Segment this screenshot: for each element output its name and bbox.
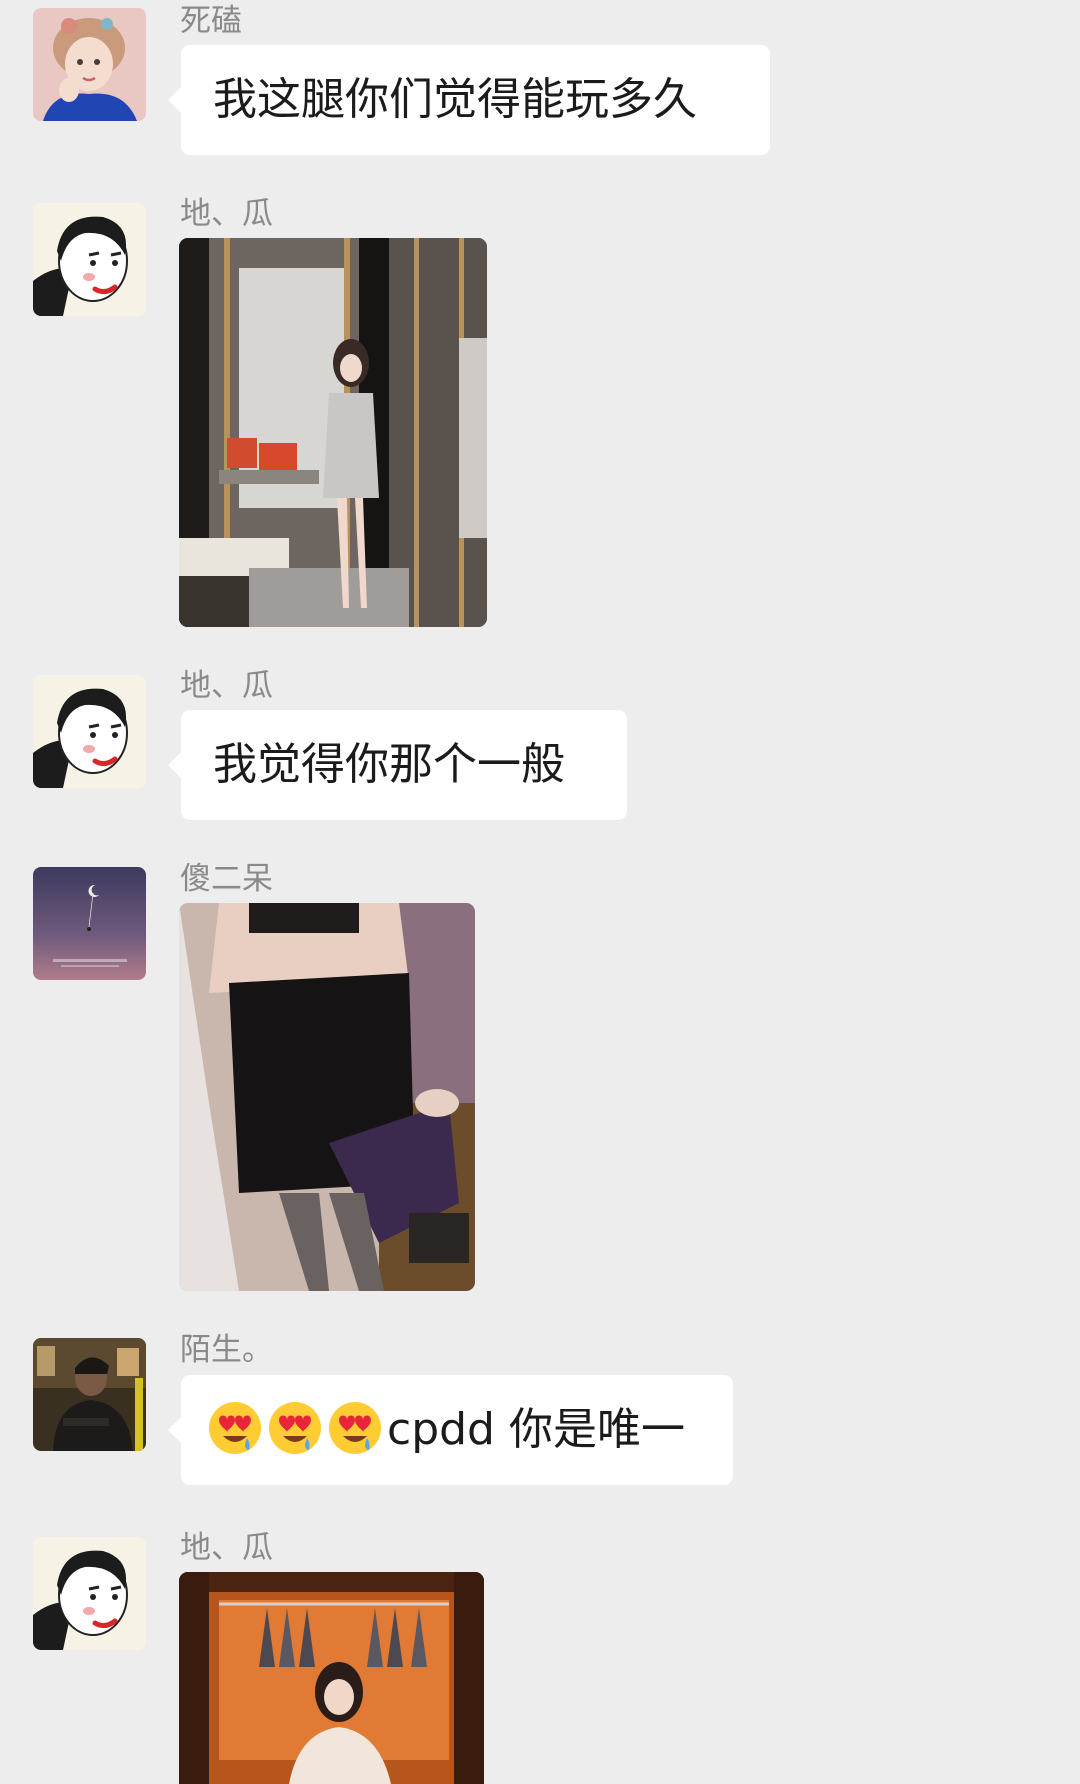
message-text: 我这腿你们觉得能玩多久 — [213, 74, 697, 125]
message-text: 我觉得你那个一般 — [213, 739, 565, 790]
girl-portrait-avatar[interactable] — [33, 8, 146, 121]
cartoon-face-avatar[interactable] — [33, 203, 146, 316]
night-sky-avatar[interactable] — [33, 867, 146, 980]
cartoon-face-avatar[interactable] — [33, 675, 146, 788]
sender-name: 地、瓜 — [180, 668, 273, 704]
heart-eyes-face-icon — [207, 1400, 263, 1456]
photo-wardrobe[interactable] — [179, 1572, 484, 1784]
sender-name: 陌生。 — [180, 1332, 273, 1368]
bus-passenger-avatar[interactable] — [33, 1338, 146, 1451]
message-bubble[interactable]: 我觉得你那个一般 — [168, 710, 627, 820]
message-bubble[interactable]: 我这腿你们觉得能玩多久 — [168, 45, 770, 155]
heart-eyes-face-icon — [267, 1400, 323, 1456]
sender-name: 地、瓜 — [180, 1530, 273, 1566]
photo-dressing-room[interactable] — [179, 238, 487, 627]
cartoon-face-avatar[interactable] — [33, 1537, 146, 1650]
sender-name: 傻二呆 — [180, 861, 273, 897]
photo-black-dress[interactable] — [179, 903, 475, 1291]
sender-name: 地、瓜 — [180, 196, 273, 232]
message-bubble[interactable]: cpdd 你是唯一 — [168, 1375, 733, 1485]
heart-eyes-face-icon — [327, 1400, 383, 1456]
message-text: cpdd 你是唯一 — [387, 1404, 685, 1455]
sender-name: 死磕 — [180, 3, 242, 39]
